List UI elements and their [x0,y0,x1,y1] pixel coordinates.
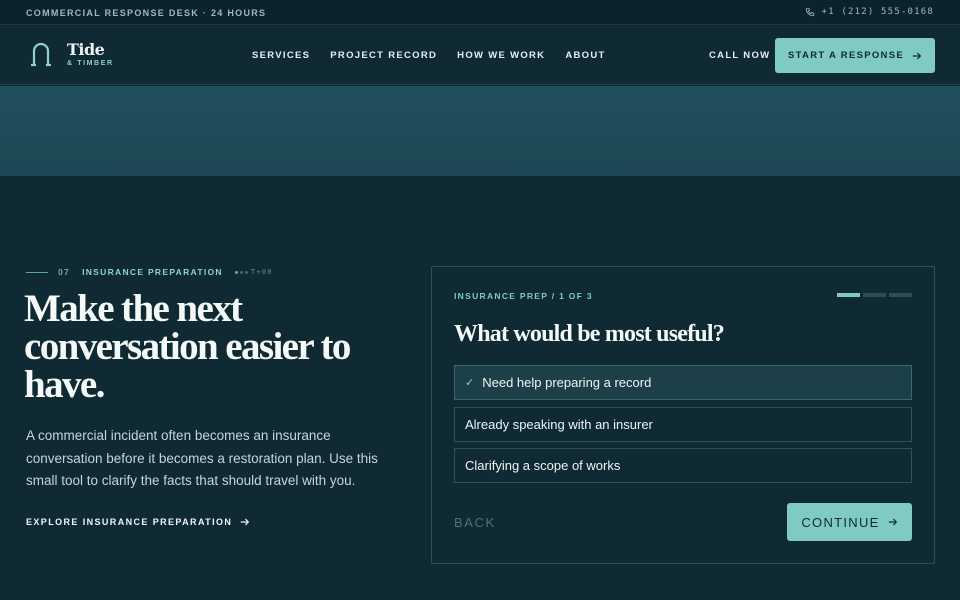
progress-segment [863,293,886,297]
nav-item-project-record[interactable]: PROJECT RECORD [330,50,437,61]
arrow-right-icon [241,518,250,526]
start-response-button[interactable]: START A RESPONSE [775,38,935,73]
progress-bar [837,293,912,297]
step-indicator: INSURANCE PREP / 1 OF 3 [454,291,593,301]
option-label: Clarifying a scope of works [465,458,621,473]
phone-link[interactable]: +1 (212) 555-0168 [805,7,934,17]
option-preparing-record[interactable]: ✓ Need help preparing a record [454,365,912,400]
arch-logo-icon [31,42,51,67]
brand-name: Tide [67,40,105,59]
insurance-prep-tool: INSURANCE PREP / 1 OF 3 What would be mo… [431,266,935,564]
timeline-dots [234,270,248,274]
back-button[interactable]: BACK [454,515,496,530]
hero-band [0,86,960,176]
explore-label: EXPLORE INSURANCE PREPARATION [26,517,233,527]
section-eyebrow: 07 INSURANCE PREPARATION T+00 [26,267,273,277]
option-scope-of-works[interactable]: Clarifying a scope of works [454,448,912,483]
option-label: Already speaking with an insurer [465,417,653,432]
question-heading: What would be most useful? [454,321,725,347]
nav-item-how-we-work[interactable]: HOW WE WORK [457,50,545,61]
phone-icon [806,7,815,17]
check-icon: ✓ [465,377,475,389]
phone-number: +1 (212) 555-0168 [821,7,934,17]
desk-notice: COMMERCIAL RESPONSE DESK · 24 HOURS [26,8,267,18]
page-title: Make the next conversation easier to hav… [24,287,351,406]
intro-paragraph: A commercial incident often becomes an i… [26,428,378,488]
section-label: INSURANCE PREPARATION [82,267,223,277]
arrow-right-icon [912,52,922,59]
progress-segment [889,293,912,297]
nav-item-services[interactable]: SERVICES [252,50,310,61]
nav-menu: SERVICES PROJECT RECORD HOW WE WORK ABOU… [252,50,606,61]
timecode: T+00 [250,268,273,276]
brand-sub: & TIMBER [67,60,114,67]
option-label: Need help preparing a record [482,375,652,390]
main-nav: Tide & TIMBER SERVICES PROJECT RECORD HO… [0,25,960,85]
progress-segment [837,293,860,297]
utility-bar: COMMERCIAL RESPONSE DESK · 24 HOURS +1 (… [0,0,960,25]
brand-logo[interactable]: Tide & TIMBER [30,41,114,67]
nav-item-about[interactable]: ABOUT [565,50,605,61]
arrow-right-icon [888,518,897,526]
continue-button[interactable]: CONTINUE [787,503,912,541]
eyebrow-rule [26,271,48,273]
continue-label: CONTINUE [801,514,880,530]
call-now-link[interactable]: CALL NOW [709,50,770,61]
start-response-label: START A RESPONSE [788,50,904,61]
section-number: 07 [58,267,71,277]
explore-link[interactable]: EXPLORE INSURANCE PREPARATION [26,517,250,527]
option-speaking-insurer[interactable]: Already speaking with an insurer [454,407,912,442]
